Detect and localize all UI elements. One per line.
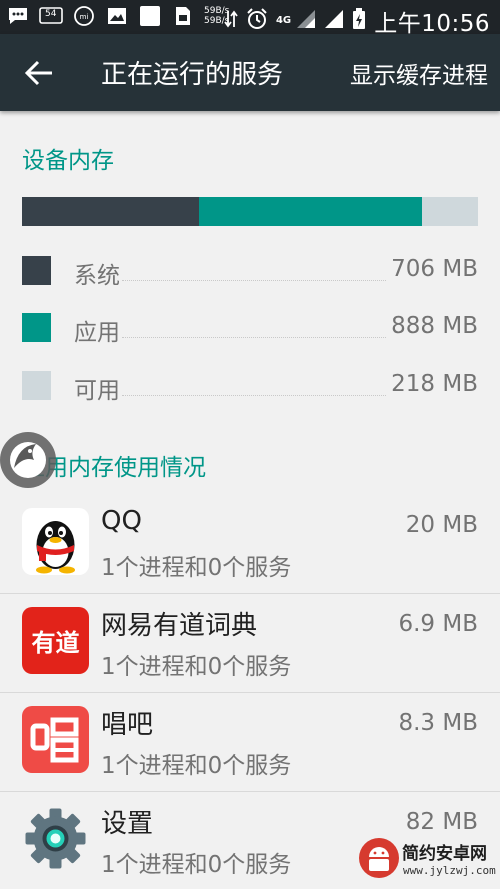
status-bar-right: 4G 上午10:56 [224, 4, 490, 38]
content: 设备内存 系统 706 MB 应用 888 MB 可用 218 MB 应用内存使… [0, 111, 500, 889]
back-arrow-icon [24, 60, 52, 86]
app-name: 唱吧 [101, 710, 154, 740]
app-memory-size: 6.9 MB [398, 611, 478, 637]
app-bar: 正在运行的服务 显示缓存进程 [0, 34, 500, 111]
app-name: 设置 [101, 809, 154, 839]
memory-bar-system [22, 197, 200, 226]
legend-row-free: 可用 218 MB [22, 371, 478, 411]
memory-bar-free [422, 197, 478, 226]
svg-text:mi: mi [80, 13, 89, 21]
qq-penguin-icon [22, 508, 89, 575]
app-process-info: 1个进程和0个服务 [101, 555, 292, 581]
show-cached-processes-button[interactable]: 显示缓存进程 [350, 56, 488, 90]
legend-label: 系统 [74, 263, 120, 289]
app-memory-size: 20 MB [405, 512, 478, 538]
legend-swatch [22, 313, 51, 342]
memory-usage-bar [22, 197, 478, 226]
back-button[interactable] [22, 58, 56, 88]
legend-swatch [22, 371, 51, 400]
device-memory-heading: 设备内存 [22, 148, 114, 174]
site-watermark: 简约安卓网 www.jylzwj.com [356, 833, 496, 885]
legend-row-system: 系统 706 MB [22, 256, 478, 296]
data-transfer-icon [224, 9, 238, 33]
clock: 上午10:56 [374, 11, 490, 37]
legend-leader [122, 337, 386, 338]
legend-value: 218 MB [391, 371, 478, 397]
changba-icon [22, 706, 89, 773]
app-process-info: 1个进程和0个服务 [101, 852, 292, 878]
legend-leader [122, 395, 386, 396]
sim-icon [171, 5, 195, 27]
app-process-info: 1个进程和0个服务 [101, 654, 292, 680]
notification-count-icon: 54 [39, 5, 63, 27]
status-bar-left: 54 mi 59B/s 59B/s [6, 5, 229, 27]
legend-row-apps: 应用 888 MB [22, 313, 478, 353]
notification-count: 54 [45, 9, 57, 19]
legend-value: 888 MB [391, 313, 478, 339]
legend-label: 可用 [74, 378, 120, 404]
app-row-qq[interactable]: QQ 1个进程和0个服务 20 MB [0, 496, 500, 594]
network-type: 4G [275, 15, 292, 26]
app-memory-size: 82 MB [405, 809, 478, 835]
youdao-icon-text: 有道 [31, 628, 80, 657]
android-robot-icon [359, 838, 399, 878]
youdao-dict-icon: 有道 [22, 607, 89, 674]
legend-label: 应用 [74, 320, 120, 346]
mi-icon: mi [72, 5, 96, 27]
floating-assistant-button[interactable] [0, 432, 56, 488]
battery-charging-icon [352, 8, 366, 34]
message-icon [6, 5, 30, 27]
alarm-icon [246, 8, 268, 34]
signal-icon: 4G [276, 9, 316, 33]
legend-value: 706 MB [391, 256, 478, 282]
legend-swatch [22, 256, 51, 285]
app-row-changba[interactable]: 唱吧 1个进程和0个服务 8.3 MB [0, 694, 500, 792]
app-row-youdao[interactable]: 有道 网易有道词典 1个进程和0个服务 6.9 MB [0, 595, 500, 693]
status-bar: 54 mi 59B/s 59B/s 4G 上午10:56 [0, 0, 500, 37]
image-icon [105, 5, 129, 27]
page-title: 正在运行的服务 [101, 60, 284, 90]
watermark-url: www.jylzwj.com [403, 864, 496, 877]
app-memory-size: 8.3 MB [398, 710, 478, 736]
app-name: QQ [101, 506, 142, 536]
app-process-info: 1个进程和0个服务 [101, 753, 292, 779]
square-icon [138, 5, 162, 27]
memory-bar-apps [199, 197, 423, 226]
signal-icon-2 [324, 9, 344, 33]
legend-leader [122, 280, 386, 281]
app-name: 网易有道词典 [101, 611, 258, 641]
settings-gear-icon [22, 805, 89, 872]
watermark-name: 简约安卓网 [402, 844, 487, 864]
floating-assistant-icon [10, 442, 46, 478]
